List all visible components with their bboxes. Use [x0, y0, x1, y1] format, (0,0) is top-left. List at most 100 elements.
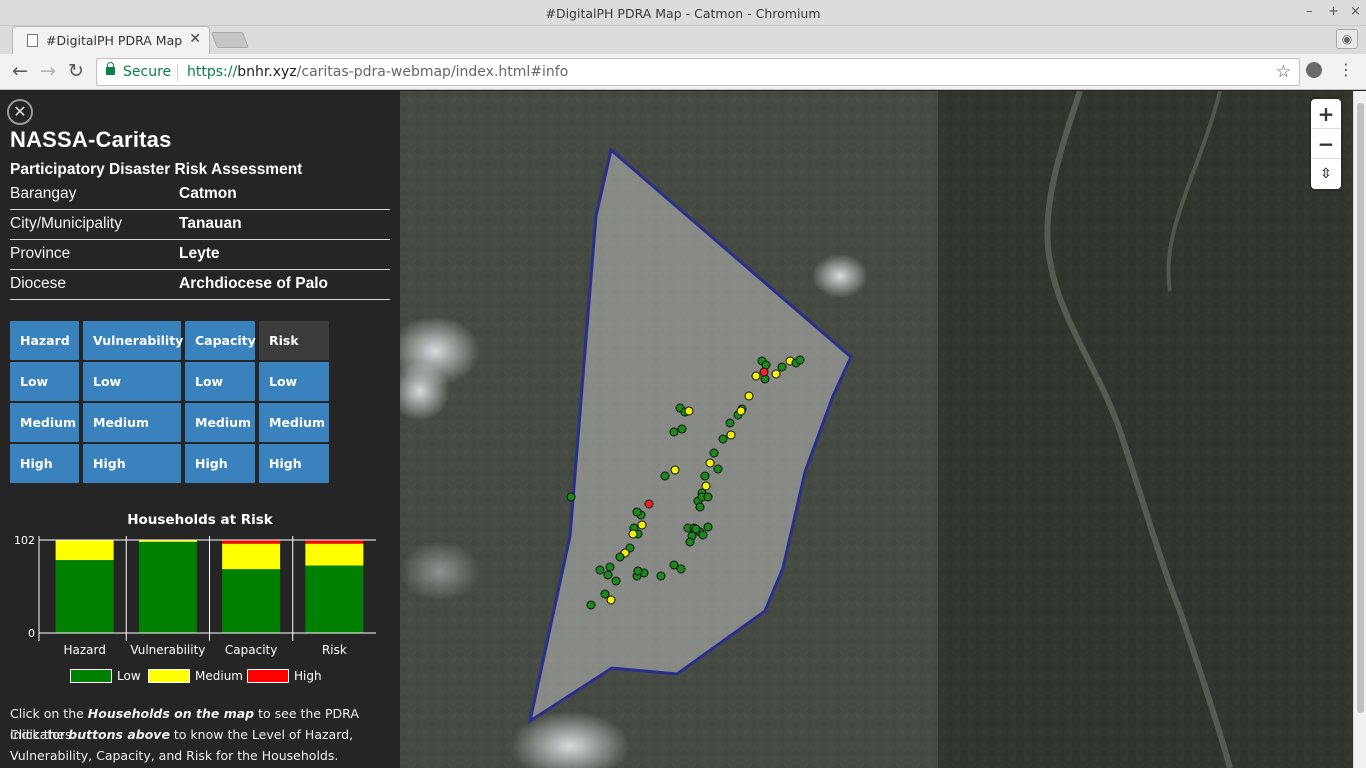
vulnerability-high-button[interactable]: High [83, 444, 181, 483]
hazard-low-button[interactable]: Low [10, 362, 79, 401]
capacity-medium-button[interactable]: Medium [185, 403, 255, 442]
legend-label-high: High [294, 669, 322, 683]
household-marker-low[interactable] [685, 537, 695, 547]
vulnerability-button[interactable]: Vulnerability [83, 321, 183, 360]
household-marker-low[interactable] [725, 418, 735, 428]
household-marker-low[interactable] [632, 507, 642, 517]
household-marker-low[interactable] [703, 522, 713, 532]
household-marker-low[interactable] [718, 434, 728, 444]
profile-icon[interactable]: ◉ [1336, 29, 1358, 49]
chart-bar-low [55, 560, 114, 633]
household-marker-medium[interactable] [670, 465, 680, 475]
address-bar[interactable]: Secure https://bnhr.xyz/caritas-pdra-web… [96, 58, 1300, 86]
risk-button[interactable]: Risk [259, 321, 329, 360]
capacity-high-button[interactable]: High [185, 444, 255, 483]
map-zoom-controls: + − ⇳ [1311, 99, 1341, 189]
risk-high-button[interactable]: High [259, 444, 329, 483]
capacity-low-button[interactable]: Low [185, 362, 255, 401]
url-text[interactable]: https://bnhr.xyz/caritas-pdra-webmap/ind… [187, 64, 568, 80]
satellite-map[interactable] [400, 91, 1353, 768]
map-canvas[interactable] [400, 91, 1353, 768]
household-marker-low[interactable] [595, 565, 605, 575]
legend-swatch-high [247, 669, 289, 683]
new-tab-button[interactable] [211, 32, 249, 48]
household-marker-low[interactable] [703, 492, 713, 502]
back-icon[interactable]: ← [12, 61, 28, 81]
vulnerability-low-button[interactable]: Low [83, 362, 181, 401]
household-marker-low[interactable] [615, 552, 625, 562]
household-marker-low[interactable] [566, 492, 576, 502]
hazard-button[interactable]: Hazard [10, 321, 79, 360]
close-tab-icon[interactable]: ✕ [189, 31, 201, 47]
household-marker-low[interactable] [600, 589, 610, 599]
household-marker-high[interactable] [644, 499, 654, 509]
household-marker-low[interactable] [777, 362, 787, 372]
reset-north-button[interactable]: ⇳ [1311, 159, 1341, 189]
chart-bar-low [305, 565, 364, 633]
household-marker-low[interactable] [656, 571, 666, 581]
close-window-icon[interactable]: × [1350, 4, 1361, 19]
reload-icon[interactable]: ↻ [68, 61, 84, 81]
household-marker-high[interactable] [759, 367, 769, 377]
household-marker-medium[interactable] [628, 529, 638, 539]
household-marker-medium[interactable] [705, 458, 715, 468]
info-row-diocese: Diocese Archdiocese of Palo [10, 270, 390, 300]
extension-icon[interactable] [1306, 62, 1322, 78]
household-marker-medium[interactable] [771, 369, 781, 379]
household-marker-low[interactable] [700, 471, 710, 481]
risk-medium-button[interactable]: Medium [259, 403, 329, 442]
household-marker-medium[interactable] [726, 430, 736, 440]
info-value: Catmon [179, 185, 237, 202]
menu-icon[interactable]: ⋮ [1338, 60, 1354, 79]
risk-low-button[interactable]: Low [259, 362, 329, 401]
cloud [812, 254, 868, 298]
legend-swatch-low [70, 669, 112, 683]
household-marker-medium[interactable] [684, 406, 694, 416]
household-marker-low[interactable] [713, 464, 723, 474]
chart-title: Households at Risk [127, 512, 273, 528]
household-marker-medium[interactable] [637, 520, 647, 530]
zoom-in-button[interactable]: + [1311, 99, 1341, 129]
household-marker-low[interactable] [586, 600, 596, 610]
household-marker-medium[interactable] [736, 406, 746, 416]
chart-bar-medium [305, 543, 364, 566]
scrollbar-thumb[interactable] [1357, 103, 1364, 713]
household-marker-low[interactable] [669, 427, 679, 437]
household-marker-low[interactable] [611, 576, 621, 586]
window-title: #DigitalPH PDRA Map - Catmon - Chromium [545, 6, 821, 21]
household-marker-low[interactable] [676, 564, 686, 574]
vulnerability-medium-button[interactable]: Medium [83, 403, 181, 442]
page-icon [27, 34, 38, 47]
household-marker-low[interactable] [660, 471, 670, 481]
x-tick-label: Vulnerability [130, 643, 205, 657]
household-marker-medium[interactable] [606, 595, 616, 605]
household-marker-medium[interactable] [744, 391, 754, 401]
household-marker-low[interactable] [695, 502, 705, 512]
zoom-out-button[interactable]: − [1311, 129, 1341, 159]
hazard-high-button[interactable]: High [10, 444, 79, 483]
household-marker-low[interactable] [677, 424, 687, 434]
maximize-icon[interactable]: + [1328, 4, 1339, 19]
browser-tab[interactable]: #DigitalPH PDRA Map - C ✕ [12, 26, 210, 54]
info-row-province: Province Leyte [10, 240, 390, 270]
household-marker-low[interactable] [691, 524, 701, 534]
chart-bar-high [222, 540, 281, 544]
close-panel-button[interactable]: ✕ [7, 99, 33, 125]
household-marker-low[interactable] [605, 562, 615, 572]
household-marker-low[interactable] [698, 530, 708, 540]
household-marker-medium[interactable] [751, 371, 761, 381]
bookmark-star-icon[interactable]: ☆ [1276, 62, 1291, 82]
capacity-button[interactable]: Capacity [185, 321, 256, 360]
household-marker-low[interactable] [603, 570, 613, 580]
scrollbar[interactable] [1353, 91, 1366, 768]
household-marker-low[interactable] [633, 566, 643, 576]
hazard-medium-button[interactable]: Medium [10, 403, 79, 442]
forward-icon[interactable]: → [40, 61, 56, 81]
chart-bar-high [305, 540, 364, 544]
minimize-icon[interactable]: – [1306, 4, 1313, 19]
household-marker-low[interactable] [795, 355, 805, 365]
secure-label: Secure [123, 64, 172, 80]
household-marker-low[interactable] [709, 448, 719, 458]
right-map-tile [938, 91, 1353, 768]
info-value: Leyte [179, 245, 220, 262]
